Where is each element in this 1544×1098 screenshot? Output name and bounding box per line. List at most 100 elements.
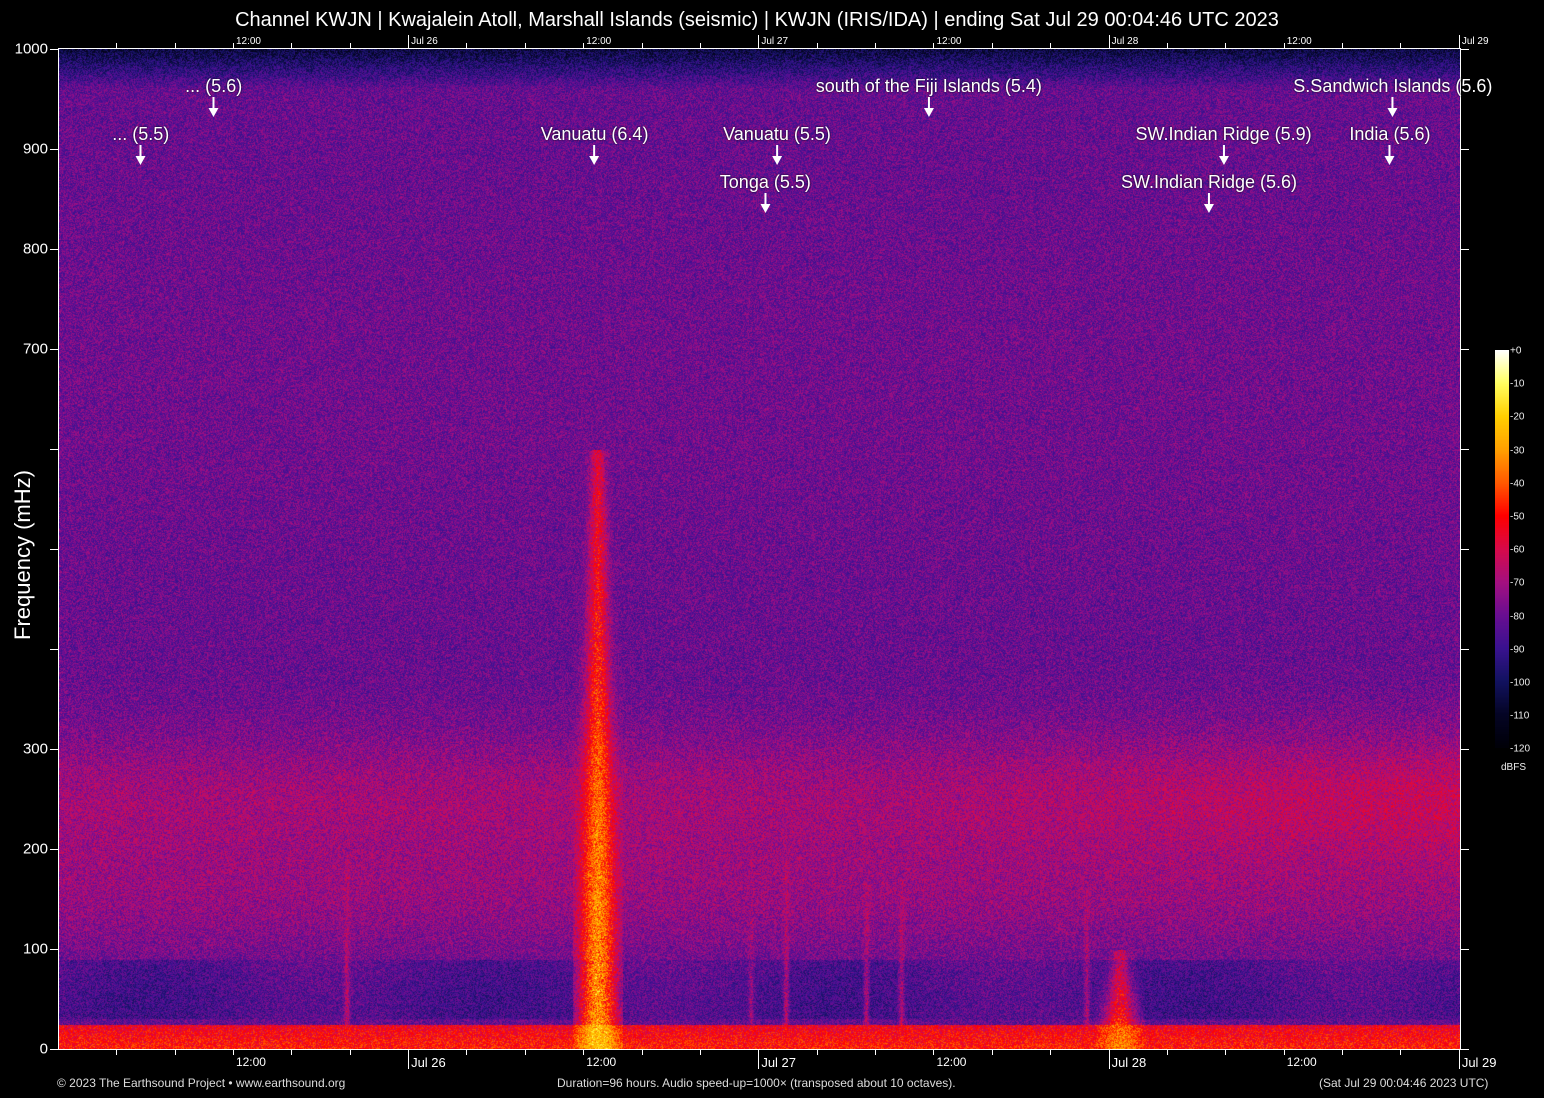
colorbar-tick-label: -70	[1510, 578, 1524, 589]
event-annotation: S.Sandwich Islands (5.6)	[1293, 76, 1492, 97]
x-tick-label-bottom: 12:00	[586, 1055, 616, 1069]
colorbar-tick-label: -100	[1510, 678, 1530, 689]
x-tick-top	[583, 43, 584, 49]
x-tick-label-top: 12:00	[236, 36, 261, 47]
x-tick-top	[817, 43, 818, 49]
x-tick-top	[1050, 43, 1051, 49]
event-annotation: ... (5.6)	[185, 76, 242, 97]
x-tick-bottom	[1400, 1049, 1401, 1055]
y-tick-label: 1000	[15, 41, 48, 58]
x-tick-top	[1225, 43, 1226, 49]
event-annotation: Tonga (5.5)	[720, 172, 811, 193]
x-tick-bottom	[642, 1049, 643, 1055]
colorbar	[1495, 350, 1509, 748]
y-tick-label: 300	[23, 741, 48, 758]
x-tick-top	[466, 43, 467, 49]
x-tick-label-bottom: Jul 28	[1112, 1055, 1147, 1070]
spectrogram-image	[59, 49, 1460, 1049]
y-tick-right	[1460, 1049, 1469, 1050]
x-major-tick-bottom	[1109, 1049, 1110, 1069]
chart-title: Channel KWJN | Kwajalein Atoll, Marshall…	[0, 9, 1514, 32]
x-tick-top	[642, 43, 643, 49]
colorbar-tick-label: -30	[1510, 445, 1524, 456]
x-tick-bottom	[817, 1049, 818, 1055]
event-label: SW.Indian Ridge (5.9)	[1136, 124, 1312, 144]
y-tick-left	[50, 849, 59, 850]
x-tick-top	[700, 43, 701, 49]
copyright-text: © 2023 The Earthsound Project • www.eart…	[57, 1076, 345, 1090]
event-label: SW.Indian Ridge (5.6)	[1121, 172, 1297, 192]
x-tick-label-top: 12:00	[586, 36, 611, 47]
y-tick-label: 100	[23, 941, 48, 958]
x-tick-bottom	[350, 1049, 351, 1055]
colorbar-tick-label: -90	[1510, 644, 1524, 655]
x-tick-bottom	[1167, 1049, 1168, 1055]
y-tick-right	[1460, 749, 1469, 750]
event-label: India (5.6)	[1349, 124, 1430, 144]
x-tick-top	[525, 43, 526, 49]
end-time: (Sat Jul 29 00:04:46 2023 UTC)	[1319, 1076, 1488, 1090]
event-annotation: SW.Indian Ridge (5.9)	[1136, 124, 1312, 145]
x-tick-bottom	[875, 1049, 876, 1055]
x-tick-label-top: Jul 29	[1462, 36, 1489, 47]
event-label: Vanuatu (5.5)	[723, 124, 831, 144]
colorbar-tick-label: +0	[1510, 346, 1521, 357]
x-tick-bottom	[1284, 1049, 1285, 1055]
y-tick-right	[1460, 349, 1469, 350]
y-tick-right	[1460, 849, 1469, 850]
x-tick-top	[875, 43, 876, 49]
x-tick-top	[233, 43, 234, 49]
x-tick-bottom	[583, 1049, 584, 1055]
x-tick-label-bottom: 12:00	[936, 1055, 966, 1069]
event-label: Vanuatu (6.4)	[541, 124, 649, 144]
x-tick-label-top: Jul 27	[761, 36, 788, 47]
y-tick-left	[50, 349, 59, 350]
spectrogram-plot	[58, 48, 1461, 1050]
x-major-tick-bottom	[758, 1049, 759, 1069]
x-major-tick-top	[758, 35, 759, 49]
x-major-tick-bottom	[408, 1049, 409, 1069]
x-tick-top	[175, 43, 176, 49]
x-tick-top	[350, 43, 351, 49]
colorbar-tick-label: -60	[1510, 545, 1524, 556]
x-tick-top	[1342, 43, 1343, 49]
event-label: ... (5.6)	[185, 76, 242, 96]
event-annotation: Vanuatu (5.5)	[723, 124, 831, 145]
colorbar-tick-label: -50	[1510, 512, 1524, 523]
x-tick-bottom	[933, 1049, 934, 1055]
colorbar-unit: dBFS	[1501, 762, 1526, 773]
x-tick-bottom	[992, 1049, 993, 1055]
y-tick-right	[1460, 449, 1469, 450]
y-tick-right	[1460, 649, 1469, 650]
y-tick-left	[50, 1049, 59, 1050]
duration-info: Duration=96 hours. Audio speed-up=1000× …	[557, 1076, 956, 1090]
event-label: S.Sandwich Islands (5.6)	[1293, 76, 1492, 96]
event-annotation: SW.Indian Ridge (5.6)	[1121, 172, 1297, 193]
y-tick-right	[1460, 249, 1469, 250]
colorbar-tick-label: -20	[1510, 412, 1524, 423]
y-tick-left	[50, 749, 59, 750]
x-tick-label-bottom: 12:00	[1287, 1055, 1317, 1069]
x-tick-label-top: 12:00	[1287, 36, 1312, 47]
x-major-tick-top	[1109, 35, 1110, 49]
x-major-tick-bottom	[1459, 1049, 1460, 1069]
event-label: Tonga (5.5)	[720, 172, 811, 192]
y-tick-left	[50, 549, 59, 550]
y-tick-right	[1460, 49, 1469, 50]
colorbar-tick-label: -120	[1510, 744, 1530, 755]
y-tick-right	[1460, 149, 1469, 150]
x-tick-top	[1167, 43, 1168, 49]
y-tick-left	[50, 449, 59, 450]
x-tick-label-bottom: Jul 29	[1462, 1055, 1497, 1070]
x-tick-label-bottom: Jul 26	[411, 1055, 446, 1070]
y-tick-label: 700	[23, 341, 48, 358]
x-tick-top	[116, 43, 117, 49]
colorbar-tick-label: -10	[1510, 379, 1524, 390]
event-annotation: India (5.6)	[1349, 124, 1430, 145]
x-tick-label-top: Jul 28	[1112, 36, 1139, 47]
event-annotation: south of the Fiji Islands (5.4)	[816, 76, 1042, 97]
x-tick-bottom	[116, 1049, 117, 1055]
y-tick-label: 200	[23, 841, 48, 858]
x-major-tick-top	[1459, 35, 1460, 49]
y-tick-right	[1460, 949, 1469, 950]
